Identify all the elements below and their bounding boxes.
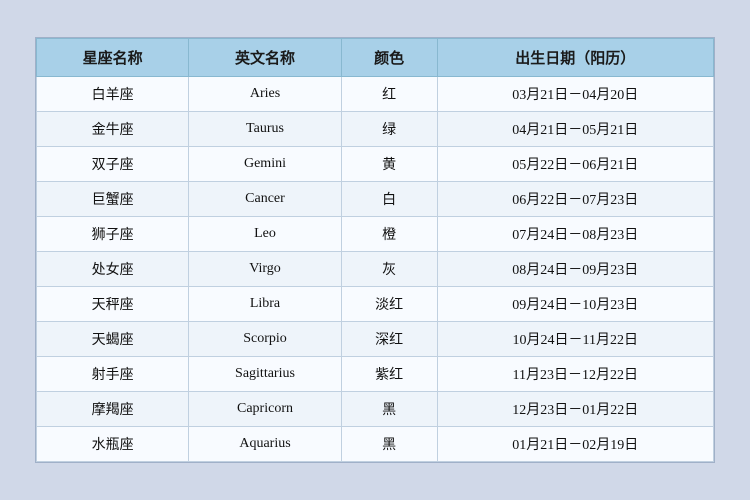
header-color: 颜色 <box>341 39 437 77</box>
table-row: 处女座Virgo灰08月24日－09月23日 <box>37 252 714 287</box>
cell-row1-col1: Taurus <box>189 112 341 147</box>
cell-row3-col0: 巨蟹座 <box>37 182 189 217</box>
cell-row6-col3: 09月24日－10月23日 <box>437 287 713 322</box>
cell-row1-col3: 04月21日－05月21日 <box>437 112 713 147</box>
cell-row4-col0: 狮子座 <box>37 217 189 252</box>
cell-row8-col0: 射手座 <box>37 357 189 392</box>
cell-row9-col1: Capricorn <box>189 392 341 427</box>
cell-row10-col3: 01月21日－02月19日 <box>437 427 713 462</box>
cell-row6-col2: 淡红 <box>341 287 437 322</box>
cell-row0-col1: Aries <box>189 77 341 112</box>
table-row: 水瓶座Aquarius黑01月21日－02月19日 <box>37 427 714 462</box>
table-row: 白羊座Aries红03月21日－04月20日 <box>37 77 714 112</box>
cell-row3-col3: 06月22日－07月23日 <box>437 182 713 217</box>
cell-row7-col1: Scorpio <box>189 322 341 357</box>
header-chinese-name: 星座名称 <box>37 39 189 77</box>
cell-row0-col0: 白羊座 <box>37 77 189 112</box>
cell-row6-col0: 天秤座 <box>37 287 189 322</box>
table-row: 射手座Sagittarius紫红11月23日－12月22日 <box>37 357 714 392</box>
table-row: 金牛座Taurus绿04月21日－05月21日 <box>37 112 714 147</box>
cell-row6-col1: Libra <box>189 287 341 322</box>
cell-row9-col3: 12月23日－01月22日 <box>437 392 713 427</box>
cell-row2-col1: Gemini <box>189 147 341 182</box>
table-body: 白羊座Aries红03月21日－04月20日金牛座Taurus绿04月21日－0… <box>37 77 714 462</box>
cell-row5-col3: 08月24日－09月23日 <box>437 252 713 287</box>
cell-row1-col0: 金牛座 <box>37 112 189 147</box>
header-birthdate: 出生日期（阳历） <box>437 39 713 77</box>
cell-row5-col2: 灰 <box>341 252 437 287</box>
cell-row0-col2: 红 <box>341 77 437 112</box>
cell-row2-col2: 黄 <box>341 147 437 182</box>
cell-row4-col1: Leo <box>189 217 341 252</box>
table-row: 双子座Gemini黄05月22日－06月21日 <box>37 147 714 182</box>
cell-row2-col0: 双子座 <box>37 147 189 182</box>
cell-row10-col1: Aquarius <box>189 427 341 462</box>
cell-row9-col0: 摩羯座 <box>37 392 189 427</box>
cell-row1-col2: 绿 <box>341 112 437 147</box>
cell-row8-col1: Sagittarius <box>189 357 341 392</box>
table-header-row: 星座名称 英文名称 颜色 出生日期（阳历） <box>37 39 714 77</box>
table-row: 狮子座Leo橙07月24日－08月23日 <box>37 217 714 252</box>
cell-row7-col0: 天蝎座 <box>37 322 189 357</box>
table-row: 天秤座Libra淡红09月24日－10月23日 <box>37 287 714 322</box>
cell-row10-col0: 水瓶座 <box>37 427 189 462</box>
cell-row0-col3: 03月21日－04月20日 <box>437 77 713 112</box>
cell-row3-col2: 白 <box>341 182 437 217</box>
table-row: 天蝎座Scorpio深红10月24日－11月22日 <box>37 322 714 357</box>
cell-row2-col3: 05月22日－06月21日 <box>437 147 713 182</box>
cell-row8-col3: 11月23日－12月22日 <box>437 357 713 392</box>
zodiac-table: 星座名称 英文名称 颜色 出生日期（阳历） 白羊座Aries红03月21日－04… <box>36 38 714 462</box>
cell-row3-col1: Cancer <box>189 182 341 217</box>
table-row: 摩羯座Capricorn黑12月23日－01月22日 <box>37 392 714 427</box>
table-row: 巨蟹座Cancer白06月22日－07月23日 <box>37 182 714 217</box>
cell-row4-col2: 橙 <box>341 217 437 252</box>
header-english-name: 英文名称 <box>189 39 341 77</box>
cell-row10-col2: 黑 <box>341 427 437 462</box>
cell-row9-col2: 黑 <box>341 392 437 427</box>
cell-row8-col2: 紫红 <box>341 357 437 392</box>
cell-row5-col1: Virgo <box>189 252 341 287</box>
cell-row7-col3: 10月24日－11月22日 <box>437 322 713 357</box>
cell-row5-col0: 处女座 <box>37 252 189 287</box>
cell-row4-col3: 07月24日－08月23日 <box>437 217 713 252</box>
cell-row7-col2: 深红 <box>341 322 437 357</box>
zodiac-table-container: 星座名称 英文名称 颜色 出生日期（阳历） 白羊座Aries红03月21日－04… <box>35 37 715 463</box>
